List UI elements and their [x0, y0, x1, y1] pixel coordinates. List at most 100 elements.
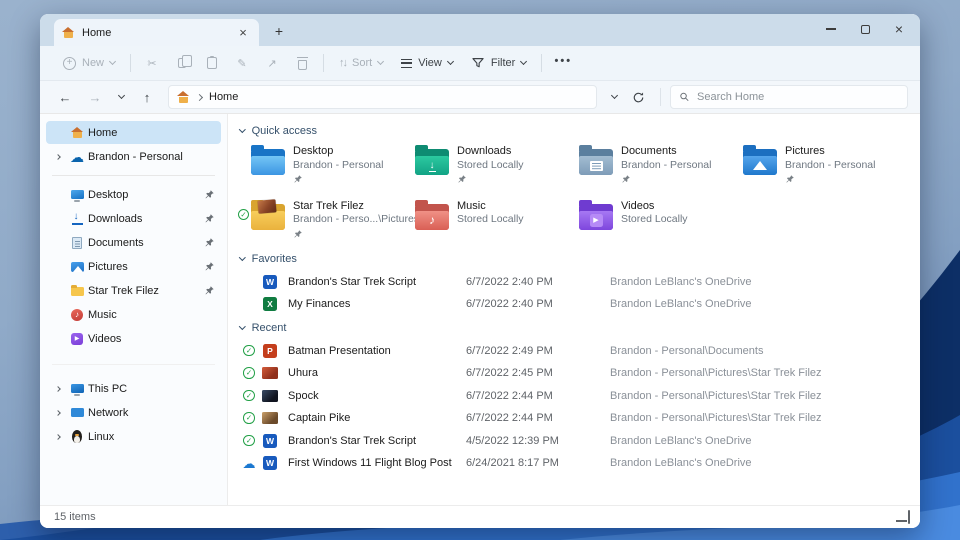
delete-button[interactable] — [287, 50, 317, 76]
view-button-label: View — [418, 57, 442, 69]
chevron-right-icon[interactable] — [50, 155, 66, 159]
forward-button[interactable]: → — [82, 85, 108, 109]
home-icon — [177, 91, 190, 103]
share-button[interactable] — [257, 50, 287, 76]
sidebar-item-home[interactable]: Home — [46, 121, 221, 144]
new-tab-button[interactable]: + — [267, 19, 291, 43]
sidebar-divider — [52, 175, 215, 176]
filter-button[interactable]: Filter — [462, 50, 535, 76]
tile-documents[interactable]: Documents Brandon - Personal — [564, 142, 728, 192]
sidebar-item-this-pc[interactable]: This PC — [46, 377, 221, 400]
close-icon: × — [895, 22, 903, 36]
sidebar-item-videos[interactable]: Videos — [46, 327, 221, 350]
word-file-icon — [261, 275, 279, 289]
section-title: Quick access — [252, 125, 317, 137]
address-dropdown-button[interactable] — [605, 85, 623, 109]
quick-access-grid: Desktop Brandon - Personal Downloads Sto… — [236, 142, 914, 246]
sync-status-icon — [243, 412, 255, 424]
breadcrumb[interactable]: Home — [168, 85, 597, 109]
sidebar-item-documents[interactable]: Documents — [46, 231, 221, 254]
see-more-button[interactable]: ••• — [548, 50, 578, 76]
new-button-label: New — [82, 57, 104, 69]
sync-status-icon — [243, 345, 255, 357]
tab-close-icon[interactable]: × — [235, 25, 251, 41]
sidebar-item-desktop[interactable]: Desktop — [46, 183, 221, 206]
section-header-recent[interactable]: Recent — [240, 322, 914, 334]
folder-icon-videos — [579, 204, 613, 230]
sidebar-item-linux[interactable]: Linux — [46, 425, 221, 448]
search-input[interactable] — [697, 91, 899, 103]
sidebar-divider — [52, 364, 215, 365]
filter-button-label: Filter — [491, 57, 515, 69]
recent-locations-button[interactable] — [112, 85, 130, 109]
pin-icon — [204, 261, 215, 272]
section-title: Favorites — [252, 253, 297, 265]
chevron-right-icon[interactable] — [50, 411, 66, 415]
section-header-favorites[interactable]: Favorites — [240, 253, 914, 265]
pin-icon — [457, 174, 467, 184]
file-row[interactable]: My Finances 6/7/2022 2:40 PM Brandon LeB… — [236, 293, 914, 316]
ellipsis-icon: ••• — [555, 55, 573, 67]
file-row[interactable]: First Windows 11 Flight Blog Post 6/24/2… — [236, 452, 914, 475]
tile-pictures[interactable]: Pictures Brandon - Personal — [728, 142, 892, 192]
breadcrumb-item-home[interactable]: Home — [209, 91, 238, 103]
chevron-right-icon[interactable] — [50, 387, 66, 391]
folder-icon-documents — [579, 149, 613, 175]
tab-home[interactable]: Home × — [54, 19, 259, 46]
refresh-button[interactable] — [625, 85, 651, 109]
window-controls: × — [814, 14, 916, 44]
maximize-button[interactable] — [848, 14, 882, 44]
address-bar: ← → ↑ Home — [40, 81, 920, 114]
file-row[interactable]: Brandon's Star Trek Script 4/5/2022 12:3… — [236, 429, 914, 452]
tile-music[interactable]: Music Stored Locally — [400, 197, 564, 247]
up-button[interactable]: ↑ — [134, 85, 160, 109]
folder-icon-pictures — [743, 149, 777, 175]
back-button[interactable]: ← — [52, 85, 78, 109]
sync-status-icon — [243, 390, 255, 402]
sidebar-item-network[interactable]: Network — [46, 401, 221, 424]
paste-icon — [207, 57, 217, 69]
tile-star-trek-filez[interactable]: Star Trek Filez Brandon - Perso...\Pictu… — [236, 197, 400, 247]
chevron-right-icon — [196, 93, 203, 100]
file-row[interactable]: Spock 6/7/2022 2:44 PM Brandon - Persona… — [236, 384, 914, 407]
chevron-right-icon[interactable] — [50, 435, 66, 439]
file-row[interactable]: Captain Pike 6/7/2022 2:44 PM Brandon - … — [236, 407, 914, 430]
sidebar-item-pictures[interactable]: Pictures — [46, 255, 221, 278]
close-button[interactable]: × — [882, 14, 916, 44]
cloud-status-icon — [243, 457, 256, 470]
sidebar-item-music[interactable]: Music — [46, 303, 221, 326]
sort-button[interactable]: Sort — [330, 50, 392, 76]
file-row[interactable]: Batman Presentation 6/7/2022 2:49 PM Bra… — [236, 339, 914, 362]
file-row[interactable]: Uhura 6/7/2022 2:45 PM Brandon - Persona… — [236, 362, 914, 385]
refresh-icon — [632, 91, 645, 104]
chevron-down-icon — [109, 58, 116, 65]
rename-button[interactable] — [227, 50, 257, 76]
pin-icon — [204, 237, 215, 248]
rename-icon — [237, 57, 246, 70]
view-button[interactable]: View — [392, 50, 462, 76]
new-button[interactable]: + New — [54, 50, 124, 76]
tile-desktop[interactable]: Desktop Brandon - Personal — [236, 142, 400, 192]
recent-list: Batman Presentation 6/7/2022 2:49 PM Bra… — [236, 339, 914, 474]
cut-icon — [147, 57, 156, 70]
sidebar-item-onedrive-brandon-personal[interactable]: Brandon - Personal — [46, 145, 221, 168]
thumbnail-view-button[interactable] — [908, 511, 910, 523]
image-thumbnail-icon — [261, 367, 279, 379]
minimize-button[interactable] — [814, 14, 848, 44]
download-icon — [68, 213, 86, 225]
file-explorer-window: Home × + × + New Sort View — [40, 14, 920, 528]
folder-icon-music — [415, 204, 449, 230]
file-row[interactable]: Brandon's Star Trek Script 6/7/2022 2:40… — [236, 270, 914, 293]
section-header-quick-access[interactable]: Quick access — [240, 125, 914, 137]
copy-button[interactable] — [167, 50, 197, 76]
excel-file-icon — [261, 297, 279, 311]
status-bar: 15 items — [40, 505, 920, 528]
pin-icon — [204, 213, 215, 224]
sidebar-item-star-trek-filez[interactable]: Star Trek Filez — [46, 279, 221, 302]
tile-downloads[interactable]: Downloads Stored Locally — [400, 142, 564, 192]
sidebar-item-downloads[interactable]: Downloads — [46, 207, 221, 230]
powerpoint-file-icon — [261, 344, 279, 358]
cut-button[interactable] — [137, 50, 167, 76]
tile-videos[interactable]: Videos Stored Locally — [564, 197, 728, 247]
paste-button[interactable] — [197, 50, 227, 76]
